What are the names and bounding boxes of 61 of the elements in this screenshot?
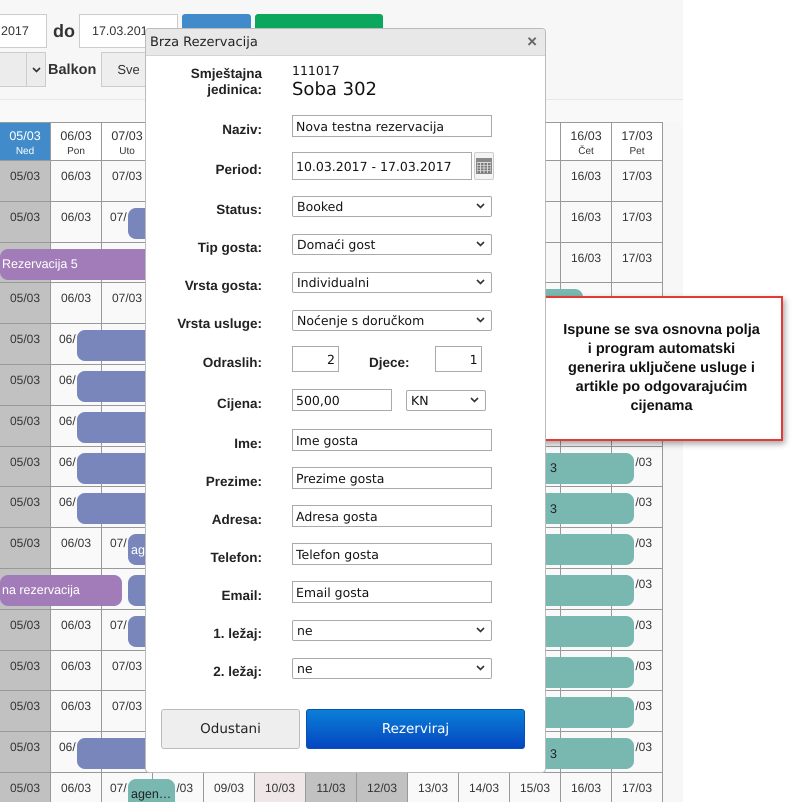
- day-cell: 05/03: [0, 446, 51, 488]
- field-label: 2. ležaj:: [212, 662, 262, 678]
- field-label: Status:: [215, 200, 262, 216]
- day-cell: 05/03: [0, 732, 51, 773]
- day-cell: 05/03: [0, 528, 51, 569]
- field-label: Smještajna jedinica:: [190, 65, 262, 98]
- unit-code: 111017: [292, 63, 341, 78]
- day-cell: 06/03: [51, 202, 102, 243]
- day-cell: 12/03: [357, 772, 408, 802]
- date-label: 17/03: [621, 129, 653, 143]
- date-label: 05/03: [9, 129, 41, 143]
- day-cell: 16/03: [561, 161, 612, 202]
- date-label: 06/03: [60, 129, 92, 143]
- day-cell: 17/03: [612, 161, 663, 202]
- weekday-label: Pon: [67, 146, 85, 157]
- day-cell: 05/03: [0, 487, 51, 528]
- weekday-label: Čet: [578, 146, 594, 157]
- day-cell: 16/03: [561, 242, 612, 284]
- day-cell: 17/03: [612, 242, 663, 284]
- field-label: Odraslih:: [202, 354, 262, 370]
- day-cell: 06/03: [51, 161, 102, 202]
- field-label: Naziv:: [221, 120, 262, 136]
- field-label: Cijena:: [216, 394, 262, 410]
- field-label: Vrsta gosta:: [184, 276, 262, 292]
- unit-name: Soba 302: [292, 79, 378, 100]
- day-cell: 06/03: [51, 650, 102, 692]
- field-label: Tip gosta:: [196, 238, 262, 254]
- day-cell: 05/03: [0, 364, 51, 406]
- day-cell: 06/03: [51, 283, 102, 324]
- field-label: Period:: [214, 160, 262, 176]
- weekday-label: Ned: [16, 146, 34, 157]
- day-cell: 05/03: [0, 610, 51, 651]
- day-cell: 05/03: [0, 283, 51, 324]
- day-cell: 05/03: [0, 691, 51, 732]
- weekday-label: Uto: [119, 146, 135, 157]
- day-cell: 05/03: [0, 202, 51, 243]
- field-label: Vrsta usluge:: [176, 314, 262, 330]
- day-cell: 06/03: [51, 691, 102, 732]
- day-cell: 05/03: [0, 772, 51, 802]
- day-cell: 05/03: [0, 161, 51, 202]
- day-cell: 17/03: [612, 202, 663, 243]
- day-cell: 05/03: [0, 650, 51, 692]
- field-label: Telefon:: [210, 548, 262, 564]
- field-label: Ime:: [233, 434, 262, 450]
- date-label: 07/03: [111, 129, 143, 143]
- filter-label: Balkon: [48, 62, 96, 78]
- day-cell: 10/03: [255, 772, 306, 802]
- date-label: 16/03: [570, 129, 602, 143]
- day-cell: 16/03: [561, 202, 612, 243]
- to-label: do: [53, 20, 75, 42]
- day-cell: 06/03: [51, 528, 102, 569]
- field-label: Adresa:: [210, 510, 262, 526]
- field-label: Prezime:: [204, 472, 262, 488]
- day-cell: 05/03: [0, 406, 51, 447]
- field-label: 1. ležaj:: [212, 624, 262, 640]
- field-label: Email:: [220, 586, 262, 602]
- day-cell: 06/03: [51, 610, 102, 651]
- weekday-label: Pet: [629, 146, 644, 157]
- day-cell: 11/03: [306, 772, 357, 802]
- day-cell: 05/03: [0, 324, 51, 365]
- field-label: Djece:: [369, 354, 410, 370]
